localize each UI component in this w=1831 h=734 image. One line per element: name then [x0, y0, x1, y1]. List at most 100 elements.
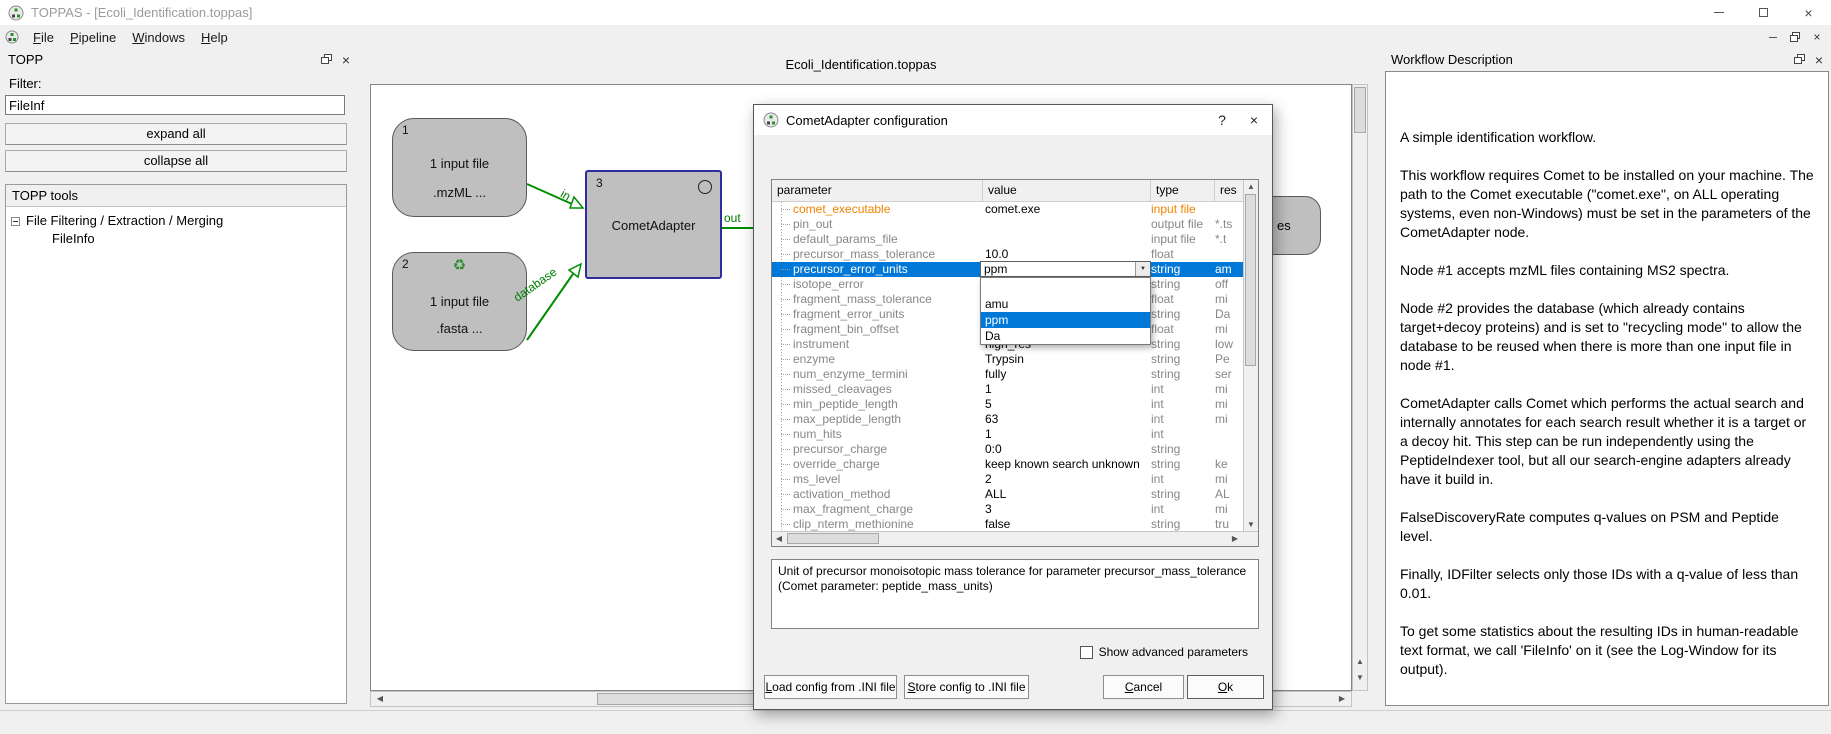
scroll-left-icon[interactable]: ◀	[373, 692, 387, 706]
parameter-row[interactable]: precursor_mass_tolerance 10.0 float	[772, 247, 1243, 262]
column-header-res[interactable]: res	[1215, 180, 1243, 202]
dropdown-option[interactable]: ppm	[981, 312, 1150, 328]
parameter-row[interactable]: num_hits 1 int	[772, 427, 1243, 442]
parameter-type-cell: input file	[1151, 232, 1215, 247]
filter-input[interactable]: FileInf	[5, 95, 345, 115]
close-button[interactable]: ×	[1786, 0, 1831, 25]
close-panel-icon[interactable]: ×	[1815, 54, 1823, 66]
dropdown-option[interactable]	[981, 278, 1150, 296]
parameter-type-cell: float	[1151, 292, 1215, 307]
parameter-value-cell[interactable]: 1	[983, 427, 1151, 442]
menu-item[interactable]: Pipeline	[62, 27, 124, 48]
table-vertical-scrollbar[interactable]: ▲ ▼	[1243, 180, 1258, 532]
float-panel-icon[interactable]	[1794, 52, 1805, 67]
store-config-button[interactable]: Store config to .INI file	[904, 675, 1029, 699]
combobox-dropdown-icon[interactable]: ▼	[1135, 262, 1150, 276]
close-panel-icon[interactable]: ×	[342, 54, 350, 66]
window-title: TOPPAS - [Ecoli_Identification.toppas]	[31, 5, 252, 20]
parameter-row[interactable]: max_fragment_charge 3 int mi	[772, 502, 1243, 517]
show-advanced-checkbox[interactable]	[1080, 646, 1093, 659]
parameter-value-cell[interactable]: comet.exe	[983, 202, 1151, 217]
ok-button[interactable]: Ok	[1187, 675, 1264, 699]
mdi-restore-icon[interactable]	[1785, 28, 1805, 46]
parameter-row[interactable]: comet_executable comet.exe input file	[772, 202, 1243, 217]
scrollbar-thumb[interactable]	[787, 533, 879, 544]
maximize-button[interactable]	[1741, 0, 1786, 25]
scrollbar-thumb[interactable]	[1245, 194, 1256, 366]
column-header-parameter[interactable]: parameter	[772, 180, 983, 202]
parameter-row[interactable]: clip_nterm_methionine false string tru	[772, 517, 1243, 532]
workflow-node-cometadapter[interactable]: 3 CometAdapter	[585, 170, 722, 279]
parameter-row[interactable]: default_params_file input file *.t	[772, 232, 1243, 247]
toppas-app-icon	[763, 112, 779, 128]
tree-item-group[interactable]: File Filtering / Extraction / Merging	[6, 212, 346, 230]
canvas-vertical-scrollbar[interactable]: ▲ ▼	[1352, 84, 1368, 691]
parameter-row[interactable]: activation_method ALL string AL	[772, 487, 1243, 502]
parameter-row[interactable]: ms_level 2 int mi	[772, 472, 1243, 487]
scroll-down-icon[interactable]: ▼	[1244, 518, 1258, 532]
table-horizontal-scrollbar[interactable]: ◀ ▶	[772, 531, 1258, 546]
parameter-value-cell[interactable]: keep known search unknown	[983, 457, 1151, 472]
parameter-name-cell: missed_cleavages	[772, 382, 983, 397]
dialog-help-button[interactable]: ?	[1206, 105, 1238, 135]
float-panel-icon[interactable]	[321, 52, 332, 67]
parameter-row[interactable]: max_peptide_length 63 int mi	[772, 412, 1243, 427]
scrollbar-thumb[interactable]	[1354, 87, 1366, 133]
parameter-value-cell[interactable]: 63	[983, 412, 1151, 427]
workflow-node-input-fasta[interactable]: 2 ♻ 1 input file .fasta ...	[392, 252, 527, 351]
parameter-value-cell[interactable]	[983, 232, 1151, 247]
dialog-close-button[interactable]: ×	[1238, 105, 1270, 135]
precursor-error-units-combobox[interactable]: ppm ▼	[980, 261, 1151, 277]
scroll-right-icon[interactable]: ▶	[1335, 692, 1349, 706]
collapse-expander-icon[interactable]	[11, 217, 20, 226]
column-header-value[interactable]: value	[983, 180, 1151, 202]
parameter-value-cell[interactable]: 10.0	[983, 247, 1151, 262]
menu-item[interactable]: Windows	[124, 27, 193, 48]
scroll-up-icon[interactable]: ▲	[1244, 180, 1258, 194]
parameter-row[interactable]: precursor_charge 0:0 string	[772, 442, 1243, 457]
workflow-description-header: Workflow Description ×	[1383, 49, 1831, 70]
cancel-button[interactable]: Cancel	[1103, 675, 1184, 699]
dropdown-option[interactable]: amu	[981, 296, 1150, 312]
load-config-button[interactable]: Load config from .INI file	[764, 675, 897, 699]
parameter-value-cell[interactable]: 0:0	[983, 442, 1151, 457]
scroll-right-icon[interactable]: ▶	[1228, 532, 1242, 546]
parameter-row[interactable]: override_charge keep known search unknow…	[772, 457, 1243, 472]
parameter-value-cell[interactable]: false	[983, 517, 1151, 532]
parameter-row[interactable]: pin_out output file *.ts	[772, 217, 1243, 232]
parameter-row[interactable]: missed_cleavages 1 int mi	[772, 382, 1243, 397]
expand-all-button[interactable]: expand all	[5, 123, 347, 145]
parameter-row[interactable]: num_enzyme_termini fully string ser	[772, 367, 1243, 382]
parameter-type-cell: int	[1151, 502, 1215, 517]
column-header-type[interactable]: type	[1151, 180, 1215, 202]
parameter-value-cell[interactable]: ALL	[983, 487, 1151, 502]
scroll-up-icon[interactable]: ▲	[1353, 655, 1367, 669]
parameter-row[interactable]: min_peptide_length 5 int mi	[772, 397, 1243, 412]
menu-item[interactable]: Help	[193, 27, 236, 48]
parameter-row[interactable]: enzyme Trypsin string Pe	[772, 352, 1243, 367]
parameter-type-cell: string	[1151, 457, 1215, 472]
parameter-value-cell[interactable]: 5	[983, 397, 1151, 412]
parameter-name-cell: num_hits	[772, 427, 983, 442]
tree-item-fileinfo[interactable]: FileInfo	[6, 230, 346, 248]
parameter-value-cell[interactable]	[983, 217, 1151, 232]
parameter-value-cell[interactable]: Trypsin	[983, 352, 1151, 367]
parameter-value-cell[interactable]: 3	[983, 502, 1151, 517]
dropdown-option[interactable]: Da	[981, 328, 1150, 344]
minimize-button[interactable]	[1696, 0, 1741, 25]
parameter-value-cell[interactable]: fully	[983, 367, 1151, 382]
parameter-value-cell[interactable]: 1	[983, 382, 1151, 397]
parameter-restrictions-cell	[1215, 202, 1243, 217]
mdi-close-icon[interactable]: ×	[1807, 28, 1827, 46]
workflow-node-input-mzml[interactable]: 1 1 input file .mzML ...	[392, 118, 527, 217]
parameter-value-cell[interactable]: 2	[983, 472, 1151, 487]
mdi-window-controls: ×	[1763, 25, 1827, 49]
collapse-all-button[interactable]: collapse all	[5, 150, 347, 172]
menu-item[interactable]: File	[25, 27, 62, 48]
parameter-name-cell: comet_executable	[772, 202, 983, 217]
scroll-down-icon[interactable]: ▼	[1353, 671, 1367, 685]
parameter-type-cell: string	[1151, 367, 1215, 382]
mdi-minimize-icon[interactable]	[1763, 28, 1783, 46]
scroll-left-icon[interactable]: ◀	[772, 532, 786, 546]
parameter-restrictions-cell: AL	[1215, 487, 1243, 502]
